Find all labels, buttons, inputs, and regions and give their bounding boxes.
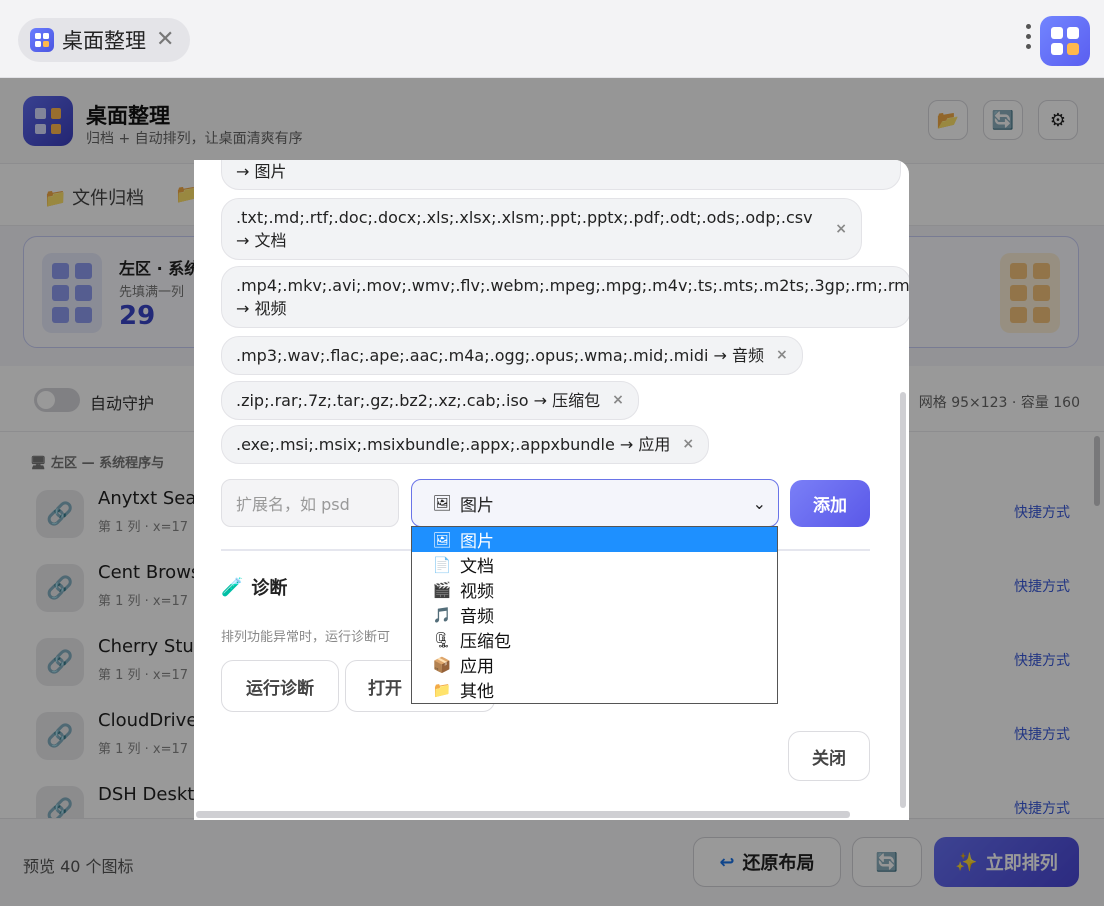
document-icon: 📄 (432, 555, 452, 574)
option-picture[interactable]: 🖼 图片 (412, 527, 777, 552)
close-icon[interactable]: ✕ (156, 29, 174, 51)
clapper-icon: 🎬 (432, 580, 452, 599)
option-other[interactable]: 📁 其他 (412, 677, 777, 703)
category-dropdown: 🖼 图片 📄 文档 🎬 视频 🎵 音频 🗜 压缩包 📦 应用 📁 其他 (411, 526, 778, 704)
rule-chip: .mp4;.mkv;.avi;.mov;.wmv;.flv;.webm;.mpe… (221, 266, 909, 328)
run-diagnose-button[interactable]: 运行诊断 (221, 660, 339, 712)
rule-chip: .txt;.md;.rtf;.doc;.docx;.xls;.xlsx;.xls… (221, 198, 862, 260)
diagnose-desc: 排列功能异常时，运行诊断可 (221, 630, 391, 645)
add-rule-button[interactable]: 添加 (790, 480, 870, 527)
diagnose-title: 🧪 诊断 (221, 576, 288, 600)
folder-icon: 📁 (432, 680, 452, 699)
remove-icon[interactable]: × (776, 344, 788, 367)
rule-chip: .mp3;.wav;.flac;.ape;.aac;.m4a;.ogg;.opu… (221, 336, 803, 375)
remove-icon[interactable]: × (835, 218, 847, 241)
rule-chip: → 图片 (221, 160, 901, 190)
extension-input[interactable]: 扩展名，如 psd (221, 479, 399, 527)
rules-modal: → 图片 .txt;.md;.rtf;.doc;.docx;.xls;.xlsx… (194, 160, 909, 820)
remove-icon[interactable]: × (612, 389, 624, 412)
option-video[interactable]: 🎬 视频 (412, 577, 777, 603)
test-tube-icon: 🧪 (221, 576, 244, 598)
picture-icon: 🖼 (432, 494, 452, 512)
app-logo-icon (30, 28, 54, 52)
category-select[interactable]: 🖼 图片 ⌄ (411, 479, 779, 527)
rule-chip: .exe;.msi;.msix;.msixbundle;.appx;.appxb… (221, 425, 710, 464)
music-note-icon: 🎵 (432, 605, 452, 624)
option-audio[interactable]: 🎵 音频 (412, 602, 777, 628)
modal-scrollbar-vertical[interactable] (900, 392, 906, 808)
tab-title: 桌面整理 (62, 29, 146, 53)
remove-icon[interactable]: × (682, 433, 694, 456)
package-icon: 📦 (432, 655, 452, 674)
option-document[interactable]: 📄 文档 (412, 552, 777, 578)
more-icon[interactable] (1026, 24, 1032, 49)
option-archive[interactable]: 🗜 压缩包 (412, 627, 777, 653)
app-tab[interactable]: 桌面整理 ✕ (18, 18, 190, 62)
option-application[interactable]: 📦 应用 (412, 652, 777, 678)
archive-icon: 🗜 (432, 630, 452, 649)
close-button[interactable]: 关闭 (788, 731, 870, 781)
chevron-down-icon: ⌄ (752, 494, 766, 513)
modal-scrollbar-horizontal[interactable] (196, 811, 850, 818)
window-chrome: 桌面整理 ✕ (0, 0, 1104, 78)
rule-chip: .zip;.rar;.7z;.tar;.gz;.bz2;.xz;.cab;.is… (221, 381, 639, 420)
apps-grid-icon[interactable] (1040, 16, 1090, 66)
picture-icon: 🖼 (432, 530, 452, 549)
